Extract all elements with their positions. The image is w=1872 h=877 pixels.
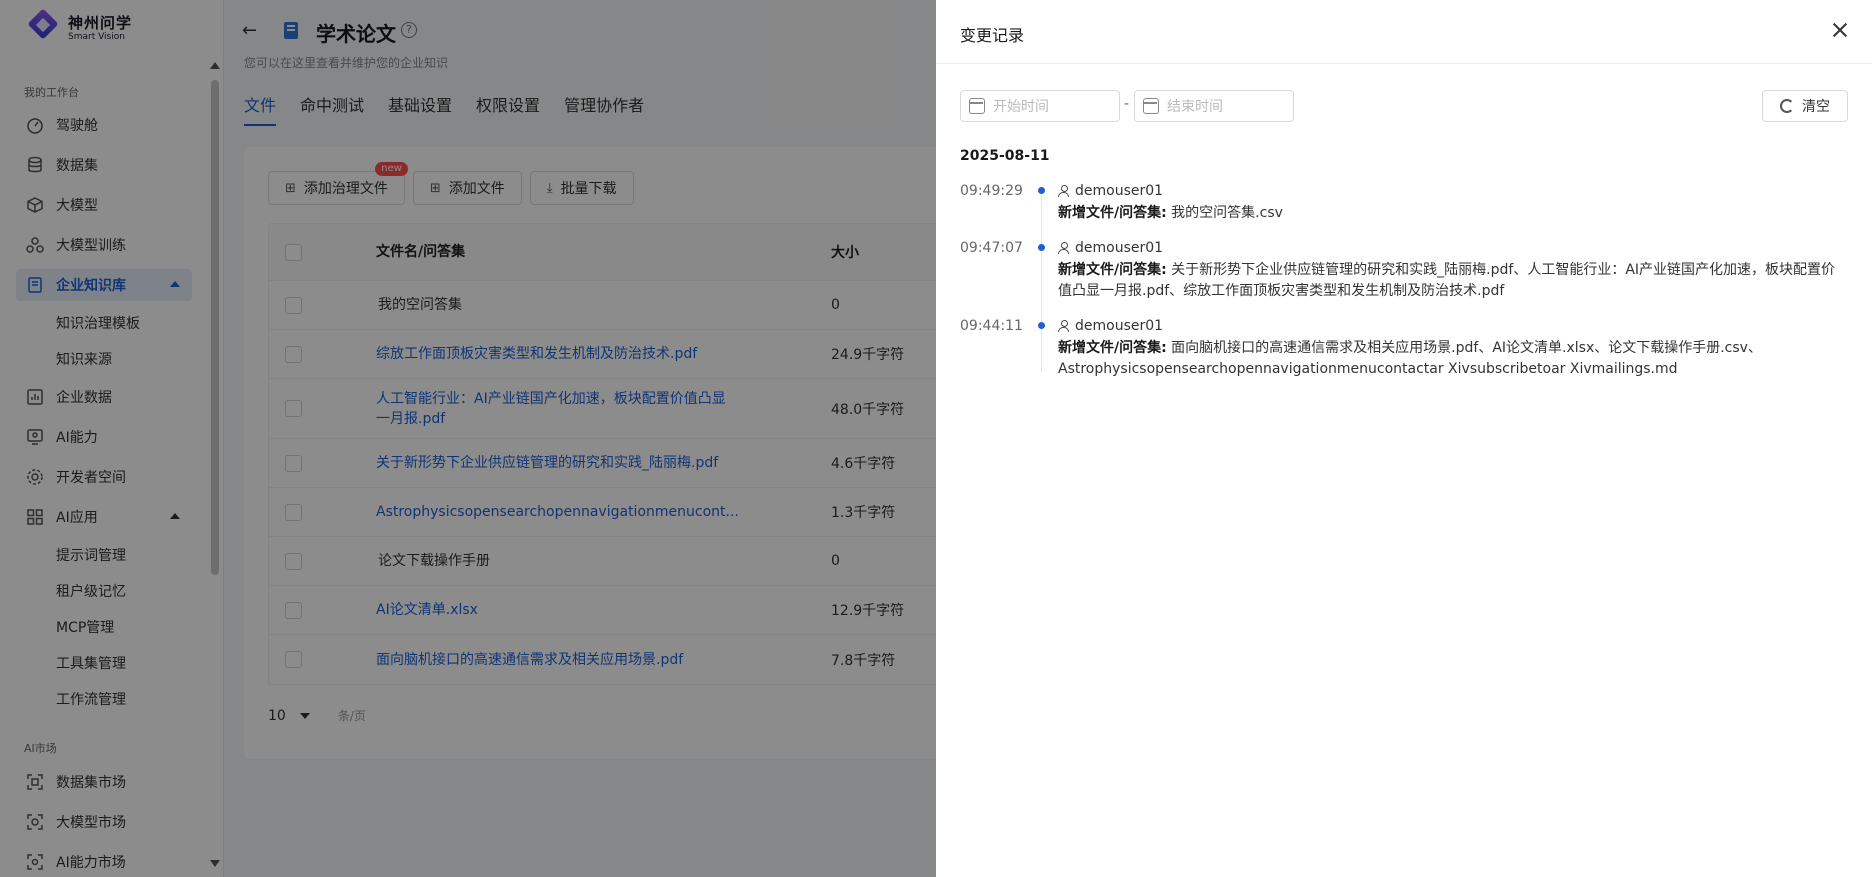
change-log-drawer: 变更记录 开始时间 - 结束时间 清空 2025-08-11 09:49:29 …: [936, 0, 1872, 877]
timeline-dot: [1038, 322, 1045, 329]
log-entry-description: 新增文件/问答集: 面向脑机接口的高速通信需求及相关应用场景.pdf、AI论文清…: [1058, 338, 1848, 380]
log-date-heading: 2025-08-11: [960, 148, 1050, 164]
log-entry-description: 新增文件/问答集: 关于新形势下企业供应链管理的研究和实践_陆丽梅.pdf、人工…: [1058, 260, 1848, 302]
log-entry-detail: 关于新形势下企业供应链管理的研究和实践_陆丽梅.pdf、人工智能行业：AI产业链…: [1058, 262, 1836, 299]
clear-button[interactable]: 清空: [1762, 90, 1848, 122]
timeline-dot: [1038, 244, 1045, 251]
calendar-icon: [969, 98, 985, 114]
log-entry-time: 09:44:11: [960, 318, 1023, 334]
log-entry-action: 新增文件/问答集:: [1058, 262, 1167, 278]
start-date-input[interactable]: 开始时间: [960, 90, 1120, 122]
timeline-line: [1041, 186, 1042, 372]
calendar-icon: [1143, 98, 1159, 114]
user-icon: [1058, 242, 1069, 254]
drawer-header: 变更记录: [936, 0, 1872, 64]
log-entry-user: demouser01: [1058, 240, 1163, 256]
log-entry-user: demouser01: [1058, 318, 1163, 334]
log-entry-detail: 我的空问答集.csv: [1171, 205, 1283, 221]
user-icon: [1058, 320, 1069, 332]
drawer-title: 变更记录: [960, 26, 1025, 45]
log-entry-time: 09:49:29: [960, 183, 1023, 199]
log-entry-description: 新增文件/问答集: 我的空问答集.csv: [1058, 203, 1848, 224]
timeline-dot: [1038, 187, 1045, 194]
close-icon[interactable]: [1832, 22, 1848, 38]
end-date-input[interactable]: 结束时间: [1134, 90, 1294, 122]
log-entry-time: 09:47:07: [960, 240, 1023, 256]
date-range-separator: -: [1124, 96, 1130, 112]
log-entry-user: demouser01: [1058, 183, 1163, 199]
user-icon: [1058, 185, 1069, 197]
log-entry-action: 新增文件/问答集:: [1058, 205, 1167, 221]
refresh-icon: [1780, 99, 1794, 113]
modal-overlay[interactable]: [0, 0, 936, 877]
log-entry-action: 新增文件/问答集:: [1058, 340, 1167, 356]
